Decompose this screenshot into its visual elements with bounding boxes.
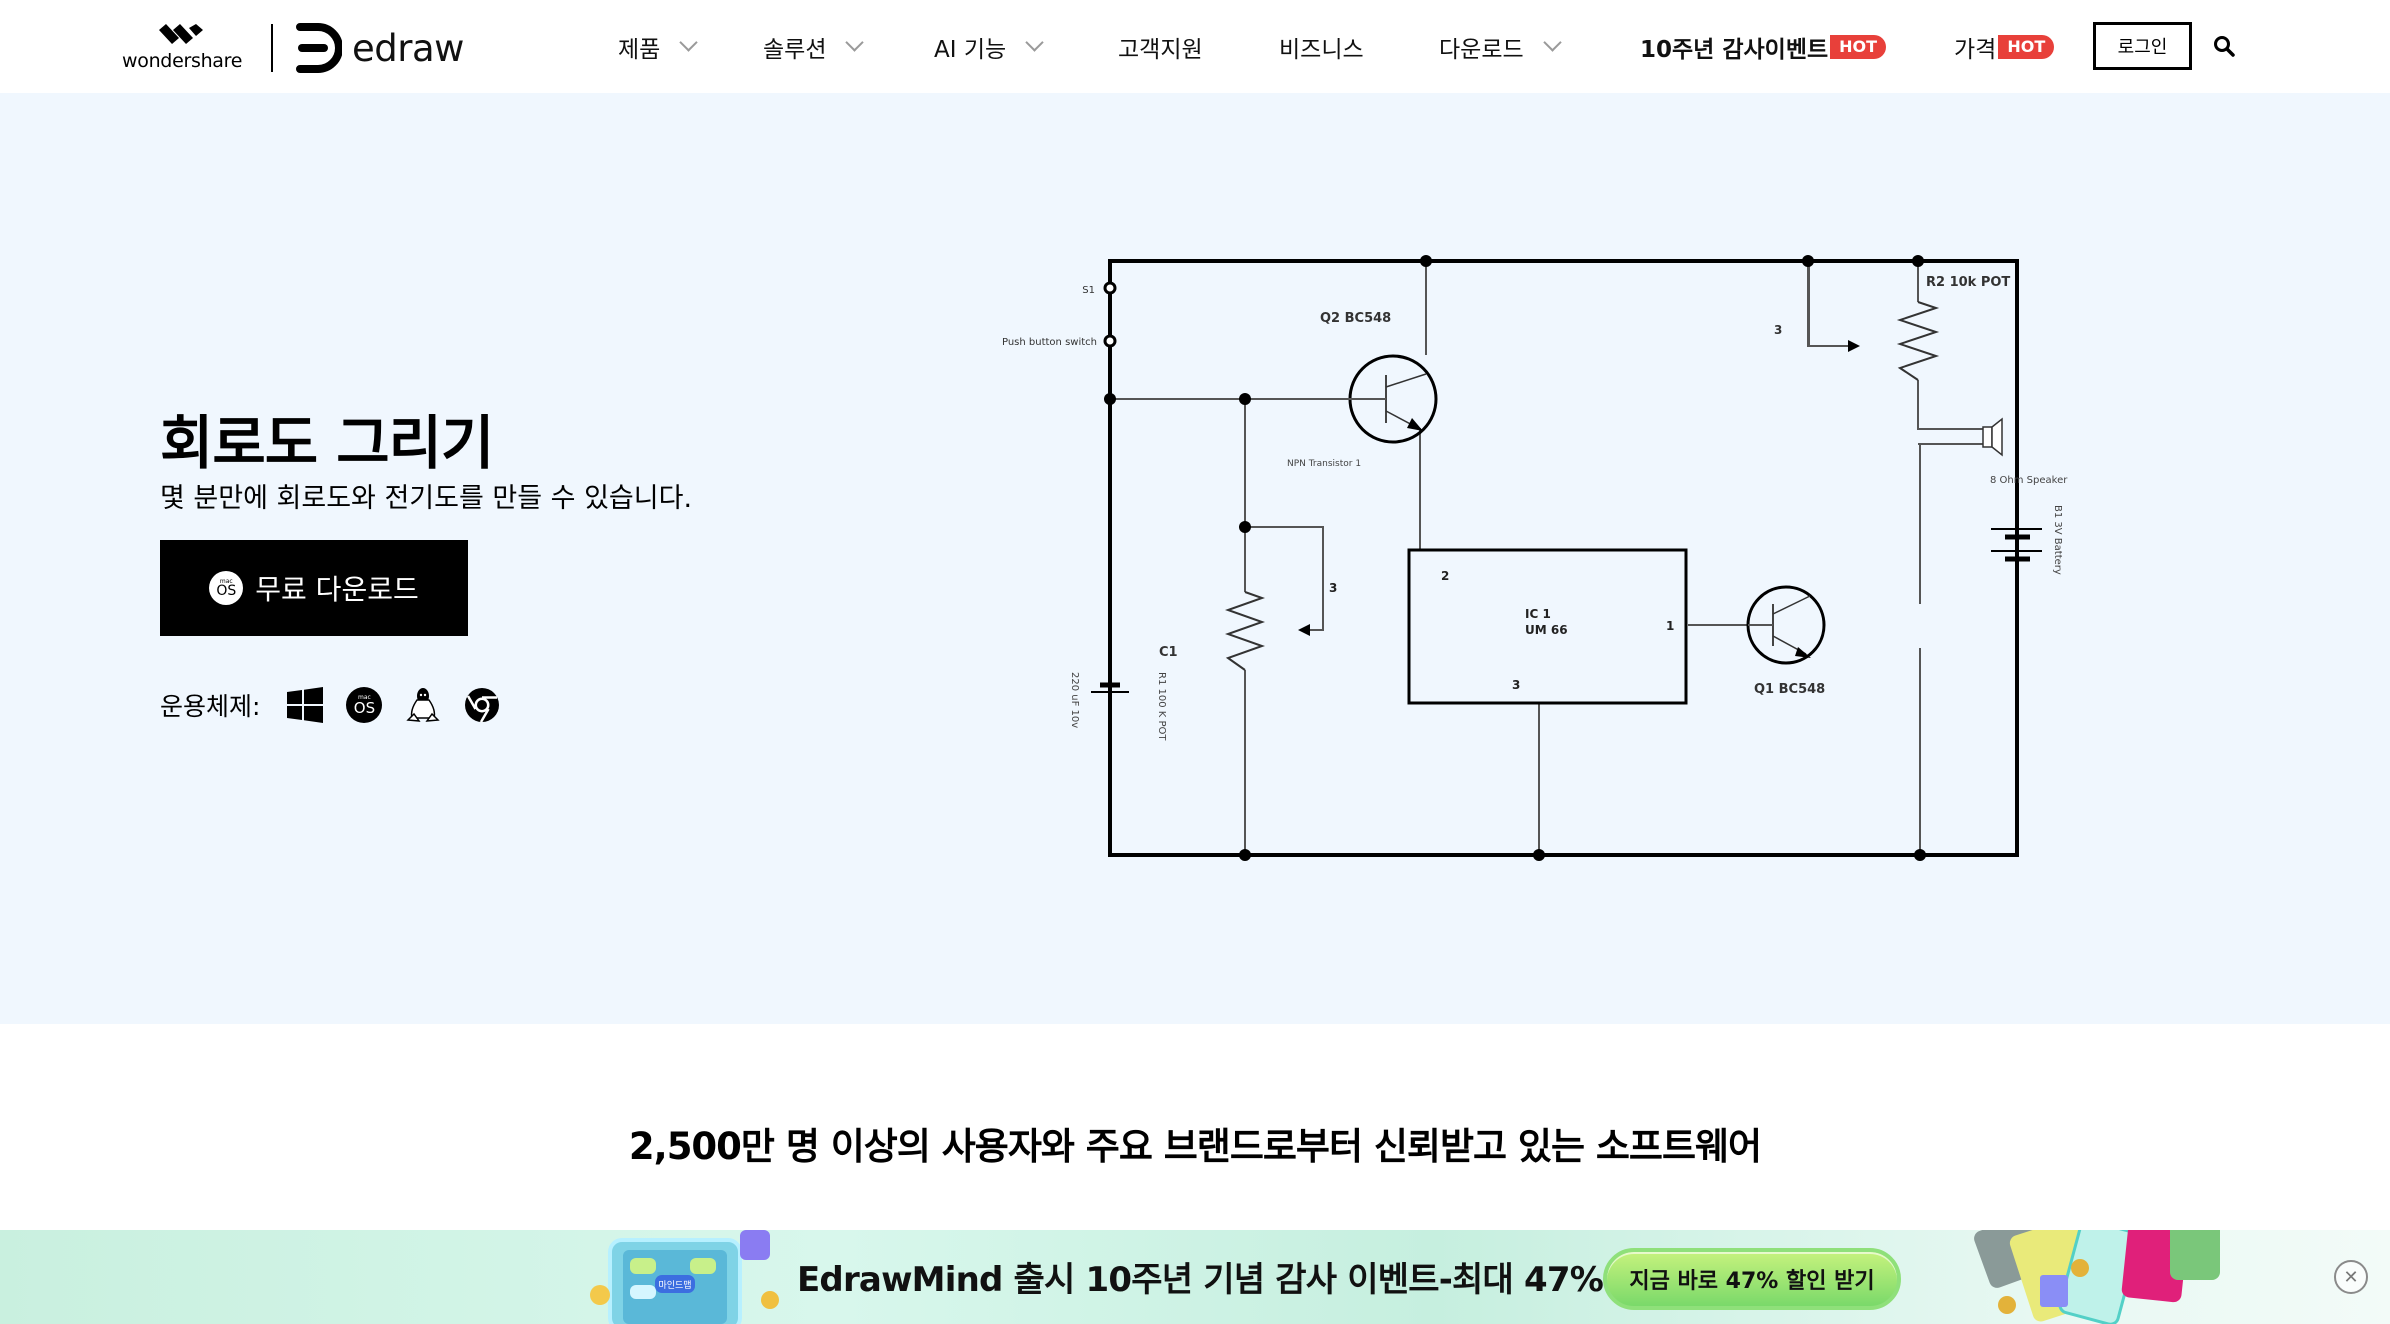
nav-label: 고객지원 (1118, 36, 1203, 63)
nav-label: 비즈니스 (1279, 36, 1364, 63)
macos-badge-main: OS (216, 582, 237, 599)
hot-badge: HOT (1998, 34, 2055, 59)
switch-terminal-s1 (1103, 281, 1117, 295)
close-icon[interactable]: ✕ (2334, 1260, 2368, 1294)
switch-terminal-push (1103, 334, 1117, 348)
wondershare-logo[interactable]: wondershare (122, 22, 242, 74)
mindmap-art-label: 마인드맵 (658, 1279, 691, 1291)
nav-item-products[interactable]: 제품 (618, 0, 699, 93)
label-ic-pin3: 3 (1512, 678, 1520, 692)
circuit-diagram: S1 Push button switch 8 Ohm Speaker B1 3… (980, 230, 2149, 890)
macos-icon[interactable]: mac OS (345, 686, 383, 724)
nav-item-anniversary-event[interactable]: 10주년 감사이벤트 HOT (1640, 0, 1887, 93)
wondershare-mark-icon (159, 24, 203, 44)
nav-label: 다운로드 (1439, 36, 1524, 63)
linux-icon[interactable] (404, 686, 442, 724)
nav-label: 10주년 감사이벤트 (1640, 36, 1829, 63)
trust-heading: 2,500만 명 이상의 사용자와 주요 브랜드로부터 신뢰받고 있는 소프트웨… (628, 1125, 1762, 1168)
label-pin3-top: 3 (1774, 323, 1782, 337)
supported-os-row: 운용체제: mac OS (160, 684, 522, 726)
label-ic-model: UM 66 (1525, 623, 1568, 637)
wiper-arrow-r2 (1848, 340, 1860, 352)
label-r2: R2 10k POT (1926, 275, 2010, 290)
hero-subtitle: 몇 분만에 회로도와 전기도를 만들 수 있습니다. (160, 483, 693, 514)
nav-item-download[interactable]: 다운로드 (1439, 0, 1562, 93)
macos-badge-main: OS (353, 698, 376, 717)
speaker-cone (1991, 417, 2003, 457)
nav-item-support[interactable]: 고객지원 (1118, 0, 1203, 93)
label-npn: NPN Transistor 1 (1287, 459, 1361, 469)
label-q2: Q2 BC548 (1320, 311, 1391, 326)
junction-dots (1104, 255, 1926, 861)
nav-item-pricing[interactable]: 가격 HOT (1954, 0, 2055, 93)
search-icon[interactable] (2212, 34, 2236, 58)
nav-item-ai-features[interactable]: AI 기능 (934, 0, 1044, 93)
label-r1: R1 100 K POT (1156, 672, 1167, 741)
edraw-mark-icon (296, 23, 342, 73)
macos-icon: mac OS (209, 571, 244, 605)
chrome-icon[interactable] (463, 686, 501, 724)
page-title: 회로도 그리기 (160, 409, 494, 477)
label-ic-pin2: 2 (1441, 569, 1449, 583)
login-button[interactable]: 로그인 (2093, 22, 2192, 70)
windows-icon[interactable] (286, 686, 324, 724)
os-label: 운용체제: (160, 692, 261, 721)
chevron-down-icon (845, 33, 865, 52)
label-s1: S1 (1082, 285, 1095, 296)
download-label: 무료 다운로드 (255, 573, 419, 606)
main-circuit-loop (1108, 259, 2019, 857)
promo-banner[interactable]: 마인드맵 EdrawMind 출시 10주년 기념 감사 이벤트-최대 47% … (0, 1230, 2390, 1324)
edraw-logo[interactable]: edraw (296, 22, 464, 74)
label-pin3-left: 3 (1329, 581, 1337, 595)
transistor-q2 (1325, 354, 1438, 444)
nav-label: 가격 (1954, 36, 1997, 63)
speaker-body (1982, 426, 1993, 448)
nav-label: 솔루션 (763, 36, 827, 63)
mindmap-illustration-icon: 마인드맵 (590, 1230, 779, 1324)
site-header: wondershare edraw 제품 솔루션 AI 기능 고객지원 비즈니스… (0, 0, 2390, 93)
chevron-down-icon (1025, 33, 1044, 52)
free-download-button[interactable]: mac OS 무료 다운로드 (160, 540, 468, 636)
hot-badge: HOT (1830, 34, 1887, 59)
resistor-r2 (1896, 301, 1940, 381)
label-ic-name: IC 1 (1525, 607, 1551, 621)
edraw-wordmark: edraw (352, 26, 464, 70)
label-speaker: 8 Ohm Speaker (1990, 475, 2068, 486)
label-ic-pin1: 1 (1666, 619, 1674, 633)
chevron-down-icon (1542, 33, 1562, 52)
label-c1: C1 (1159, 645, 1178, 660)
logo-divider (271, 24, 273, 72)
nav-item-solutions[interactable]: 솔루션 (763, 0, 865, 93)
label-battery: B1 3V Battery (2052, 505, 2063, 575)
coupons-illustration-icon (1974, 1230, 2220, 1324)
wiper-arrow-r1 (1298, 624, 1310, 636)
nav-item-business[interactable]: 비즈니스 (1279, 0, 1364, 93)
label-capacitor: 220 uF 10v (1069, 672, 1080, 728)
promo-text: EdrawMind 출시 10주년 기념 감사 이벤트-최대 47% 할인 (797, 1260, 1676, 1300)
transistor-q1 (1746, 585, 1826, 665)
resistor-r1 (1224, 591, 1266, 671)
chevron-down-icon (679, 33, 699, 52)
nav-label: 제품 (618, 36, 661, 63)
label-push-button: Push button switch (1002, 337, 1097, 348)
label-q1: Q1 BC548 (1754, 682, 1825, 697)
wondershare-wordmark: wondershare (122, 50, 243, 72)
promo-cta-button[interactable]: 지금 바로 47% 할인 받기 (1603, 1248, 1901, 1310)
nav-label: AI 기능 (934, 36, 1007, 63)
